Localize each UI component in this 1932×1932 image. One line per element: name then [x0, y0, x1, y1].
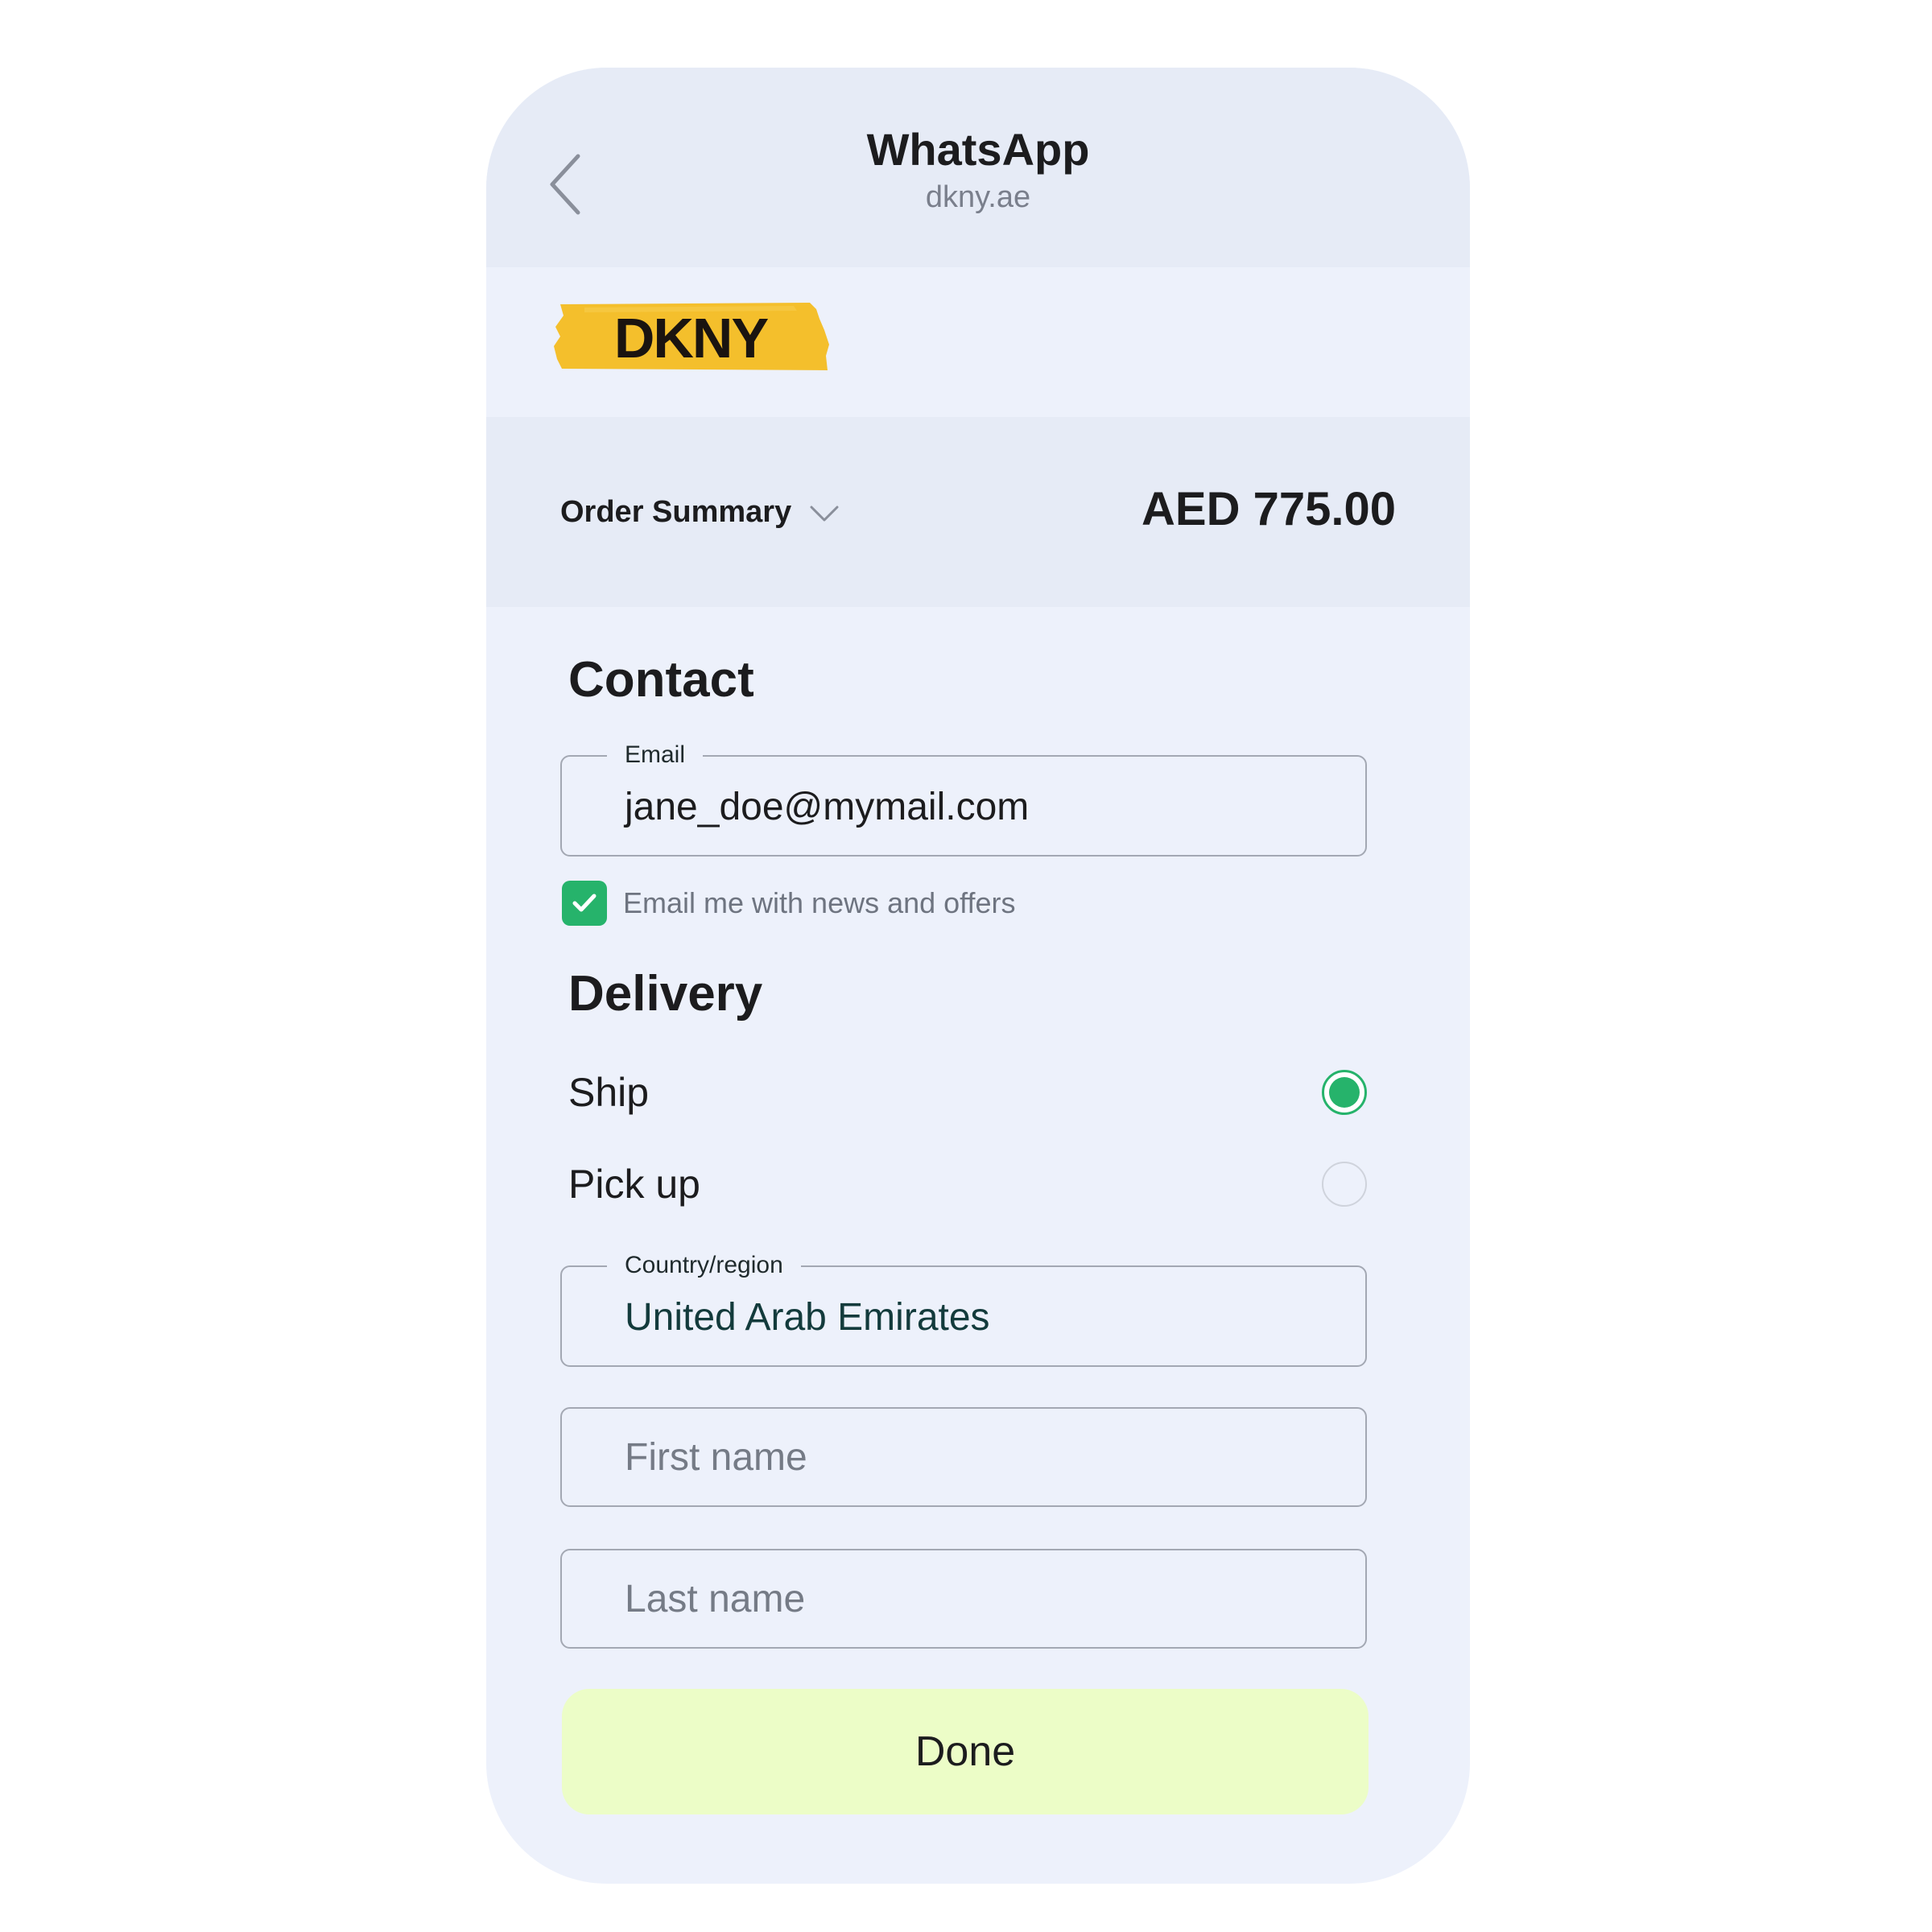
order-total: AED 775.00: [1141, 483, 1396, 535]
header-subtitle: dkny.ae: [925, 180, 1031, 214]
first-name-input[interactable]: [562, 1409, 1365, 1505]
brand-logo-text: DKNY: [613, 307, 769, 369]
email-field[interactable]: Email jane_doe@mymail.com: [560, 741, 1367, 857]
newsletter-checkbox-row[interactable]: Email me with news and offers: [562, 881, 1016, 926]
delivery-option-ship[interactable]: Ship: [568, 1064, 1367, 1121]
email-field-value: jane_doe@mymail.com: [625, 786, 1030, 828]
brand-logo: DKNY: [552, 303, 829, 370]
order-summary-toggle[interactable]: Order Summary: [560, 486, 840, 538]
pickup-radio[interactable]: [1322, 1162, 1367, 1207]
country-select[interactable]: Country/region United Arab Emirates: [560, 1251, 1367, 1367]
pickup-option-label: Pick up: [568, 1162, 700, 1207]
ship-option-label: Ship: [568, 1070, 650, 1115]
checkmark-icon: [572, 894, 597, 912]
order-summary-label: Order Summary: [560, 494, 792, 529]
order-summary-bar: Order Summary AED 775.00: [486, 417, 1470, 607]
phone-screen: WhatsApp dkny.ae DKNY Order Summary AED …: [486, 68, 1470, 1884]
last-name-input[interactable]: [562, 1550, 1365, 1647]
header: WhatsApp dkny.ae: [486, 68, 1470, 267]
delivery-heading: Delivery: [568, 966, 763, 1022]
chevron-down-icon: [810, 506, 839, 522]
contact-heading: Contact: [568, 652, 754, 708]
newsletter-checkbox[interactable]: [562, 881, 607, 926]
country-field-value: United Arab Emirates: [625, 1296, 990, 1339]
last-name-field[interactable]: [560, 1549, 1367, 1649]
header-title: WhatsApp: [866, 124, 1090, 175]
newsletter-label: Email me with news and offers: [623, 886, 1016, 919]
done-button[interactable]: Done: [562, 1689, 1368, 1814]
delivery-option-pickup[interactable]: Pick up: [568, 1156, 1367, 1212]
ship-radio-selected[interactable]: [1322, 1070, 1367, 1115]
brand-band: DKNY: [486, 267, 1470, 417]
first-name-field[interactable]: [560, 1407, 1367, 1507]
